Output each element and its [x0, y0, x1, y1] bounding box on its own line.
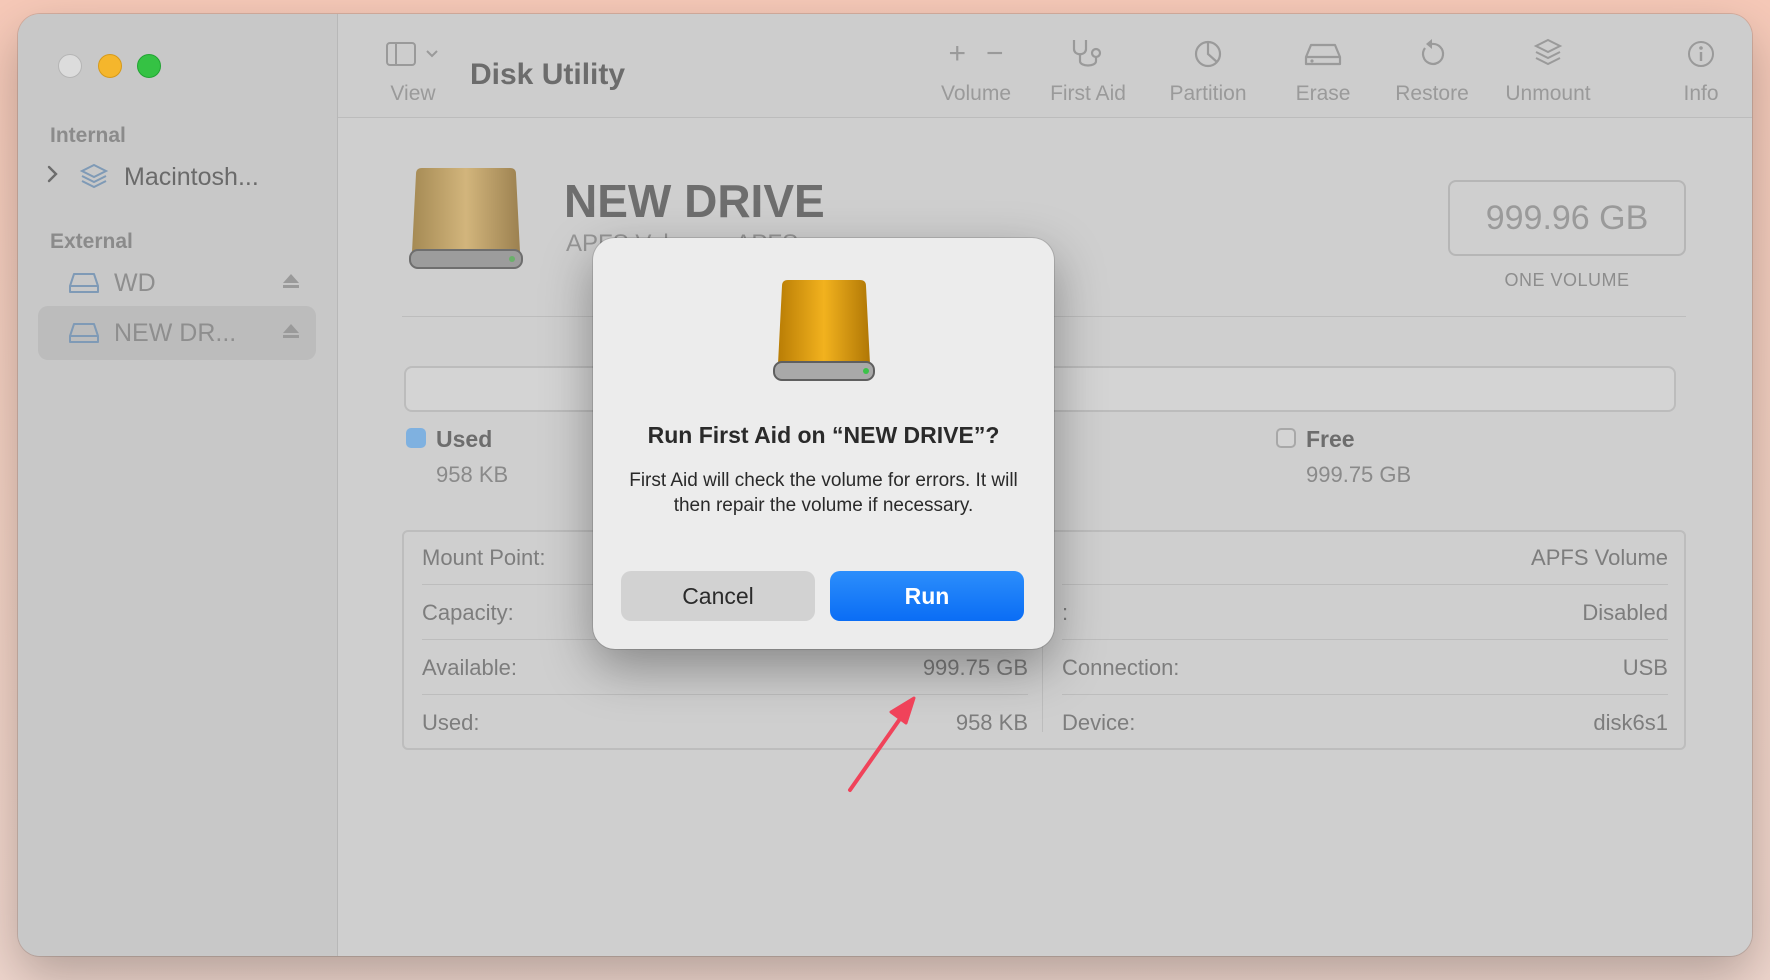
- info-row-type: APFS Volume: [1531, 544, 1668, 570]
- disk-utility-window: Internal Macintosh... External WD NEW DR…: [18, 14, 1752, 956]
- used-swatch: [406, 428, 426, 448]
- dialog-message: First Aid will check the volume for erro…: [629, 470, 1018, 516]
- restore-icon: [1384, 32, 1480, 76]
- eject-icon[interactable]: [276, 273, 306, 294]
- info-row-divider: [1062, 639, 1668, 640]
- sidebar-section-external: External: [50, 230, 133, 253]
- sidebar: Internal Macintosh... External WD NEW DR…: [18, 14, 338, 956]
- minus-icon[interactable]: −: [986, 37, 1004, 71]
- info-row-divider: [1062, 584, 1668, 585]
- stethoscope-icon: [1038, 32, 1138, 76]
- info-row-used: Used: 958 KB: [422, 709, 1028, 735]
- sidebar-item-new-drive[interactable]: NEW DR...: [38, 306, 316, 360]
- sidebar-section-internal: Internal: [50, 124, 126, 147]
- used-value: 958 KB: [436, 462, 509, 487]
- info-row-divider: [422, 694, 1028, 695]
- sidebar-item-wd[interactable]: WD: [38, 256, 316, 310]
- free-label: Free: [1306, 426, 1355, 452]
- restore-label: Restore: [1395, 82, 1469, 105]
- unmount-icon: [1496, 32, 1600, 76]
- erase-button[interactable]: Erase: [1280, 32, 1366, 106]
- free-value: 999.75 GB: [1306, 462, 1412, 487]
- sidebar-item-label: NEW DR...: [114, 318, 237, 347]
- eject-icon[interactable]: [276, 323, 306, 344]
- sidebar-toggle-icon: [378, 32, 448, 76]
- free-swatch: [1276, 428, 1296, 448]
- unmount-label: Unmount: [1505, 82, 1591, 105]
- view-button[interactable]: View: [378, 32, 448, 106]
- first-aid-button[interactable]: First Aid: [1038, 32, 1138, 106]
- first-aid-dialog: Run First Aid on “NEW DRIVE”? First Aid …: [593, 238, 1054, 649]
- view-label: View: [390, 82, 436, 105]
- info-row-connection: Connection: USB: [1062, 654, 1668, 680]
- info-row-owners: : Disabled: [1062, 599, 1668, 625]
- sidebar-item-macintosh[interactable]: Macintosh...: [38, 150, 316, 204]
- erase-drive-icon: [1280, 32, 1366, 76]
- sidebar-item-label: Macintosh...: [124, 162, 259, 191]
- dialog-title: Run First Aid on “NEW DRIVE”?: [647, 422, 1000, 448]
- info-button[interactable]: Info: [1666, 32, 1736, 106]
- info-label: Info: [1683, 82, 1719, 105]
- erase-label: Erase: [1295, 82, 1351, 105]
- info-row-divider: [1062, 694, 1668, 695]
- info-icon: [1666, 32, 1736, 76]
- volume-button[interactable]: + − Volume: [926, 32, 1026, 106]
- external-drive-icon: [66, 268, 102, 298]
- used-label: Used: [436, 426, 493, 452]
- unmount-button[interactable]: Unmount: [1496, 32, 1600, 106]
- drive-size-caption: ONE VOLUME: [1504, 270, 1630, 290]
- chevron-right-icon[interactable]: [38, 164, 68, 190]
- layers-icon: [76, 162, 112, 192]
- external-drive-icon: [66, 318, 102, 348]
- sidebar-item-label: WD: [114, 268, 156, 297]
- zoom-window-button[interactable]: [137, 54, 161, 78]
- app-title: Disk Utility: [470, 58, 626, 91]
- partition-button[interactable]: Partition: [1158, 32, 1258, 106]
- drive-size-box: 999.96 GB: [1448, 180, 1686, 256]
- pie-chart-icon: [1158, 32, 1258, 76]
- first-aid-label: First Aid: [1050, 82, 1126, 105]
- info-row-device: Device: disk6s1: [1062, 709, 1668, 735]
- volume-label: Volume: [940, 82, 1012, 105]
- drive-name: NEW DRIVE: [564, 175, 825, 227]
- close-window-button[interactable]: [58, 54, 82, 78]
- partition-label: Partition: [1169, 82, 1247, 105]
- restore-button[interactable]: Restore: [1384, 32, 1480, 106]
- plus-icon[interactable]: +: [948, 37, 966, 71]
- minimize-window-button[interactable]: [98, 54, 122, 78]
- run-button[interactable]: Run: [830, 571, 1024, 621]
- drive-large-icon: [406, 164, 526, 279]
- cancel-button[interactable]: Cancel: [621, 571, 815, 621]
- external-drive-icon: [770, 278, 878, 391]
